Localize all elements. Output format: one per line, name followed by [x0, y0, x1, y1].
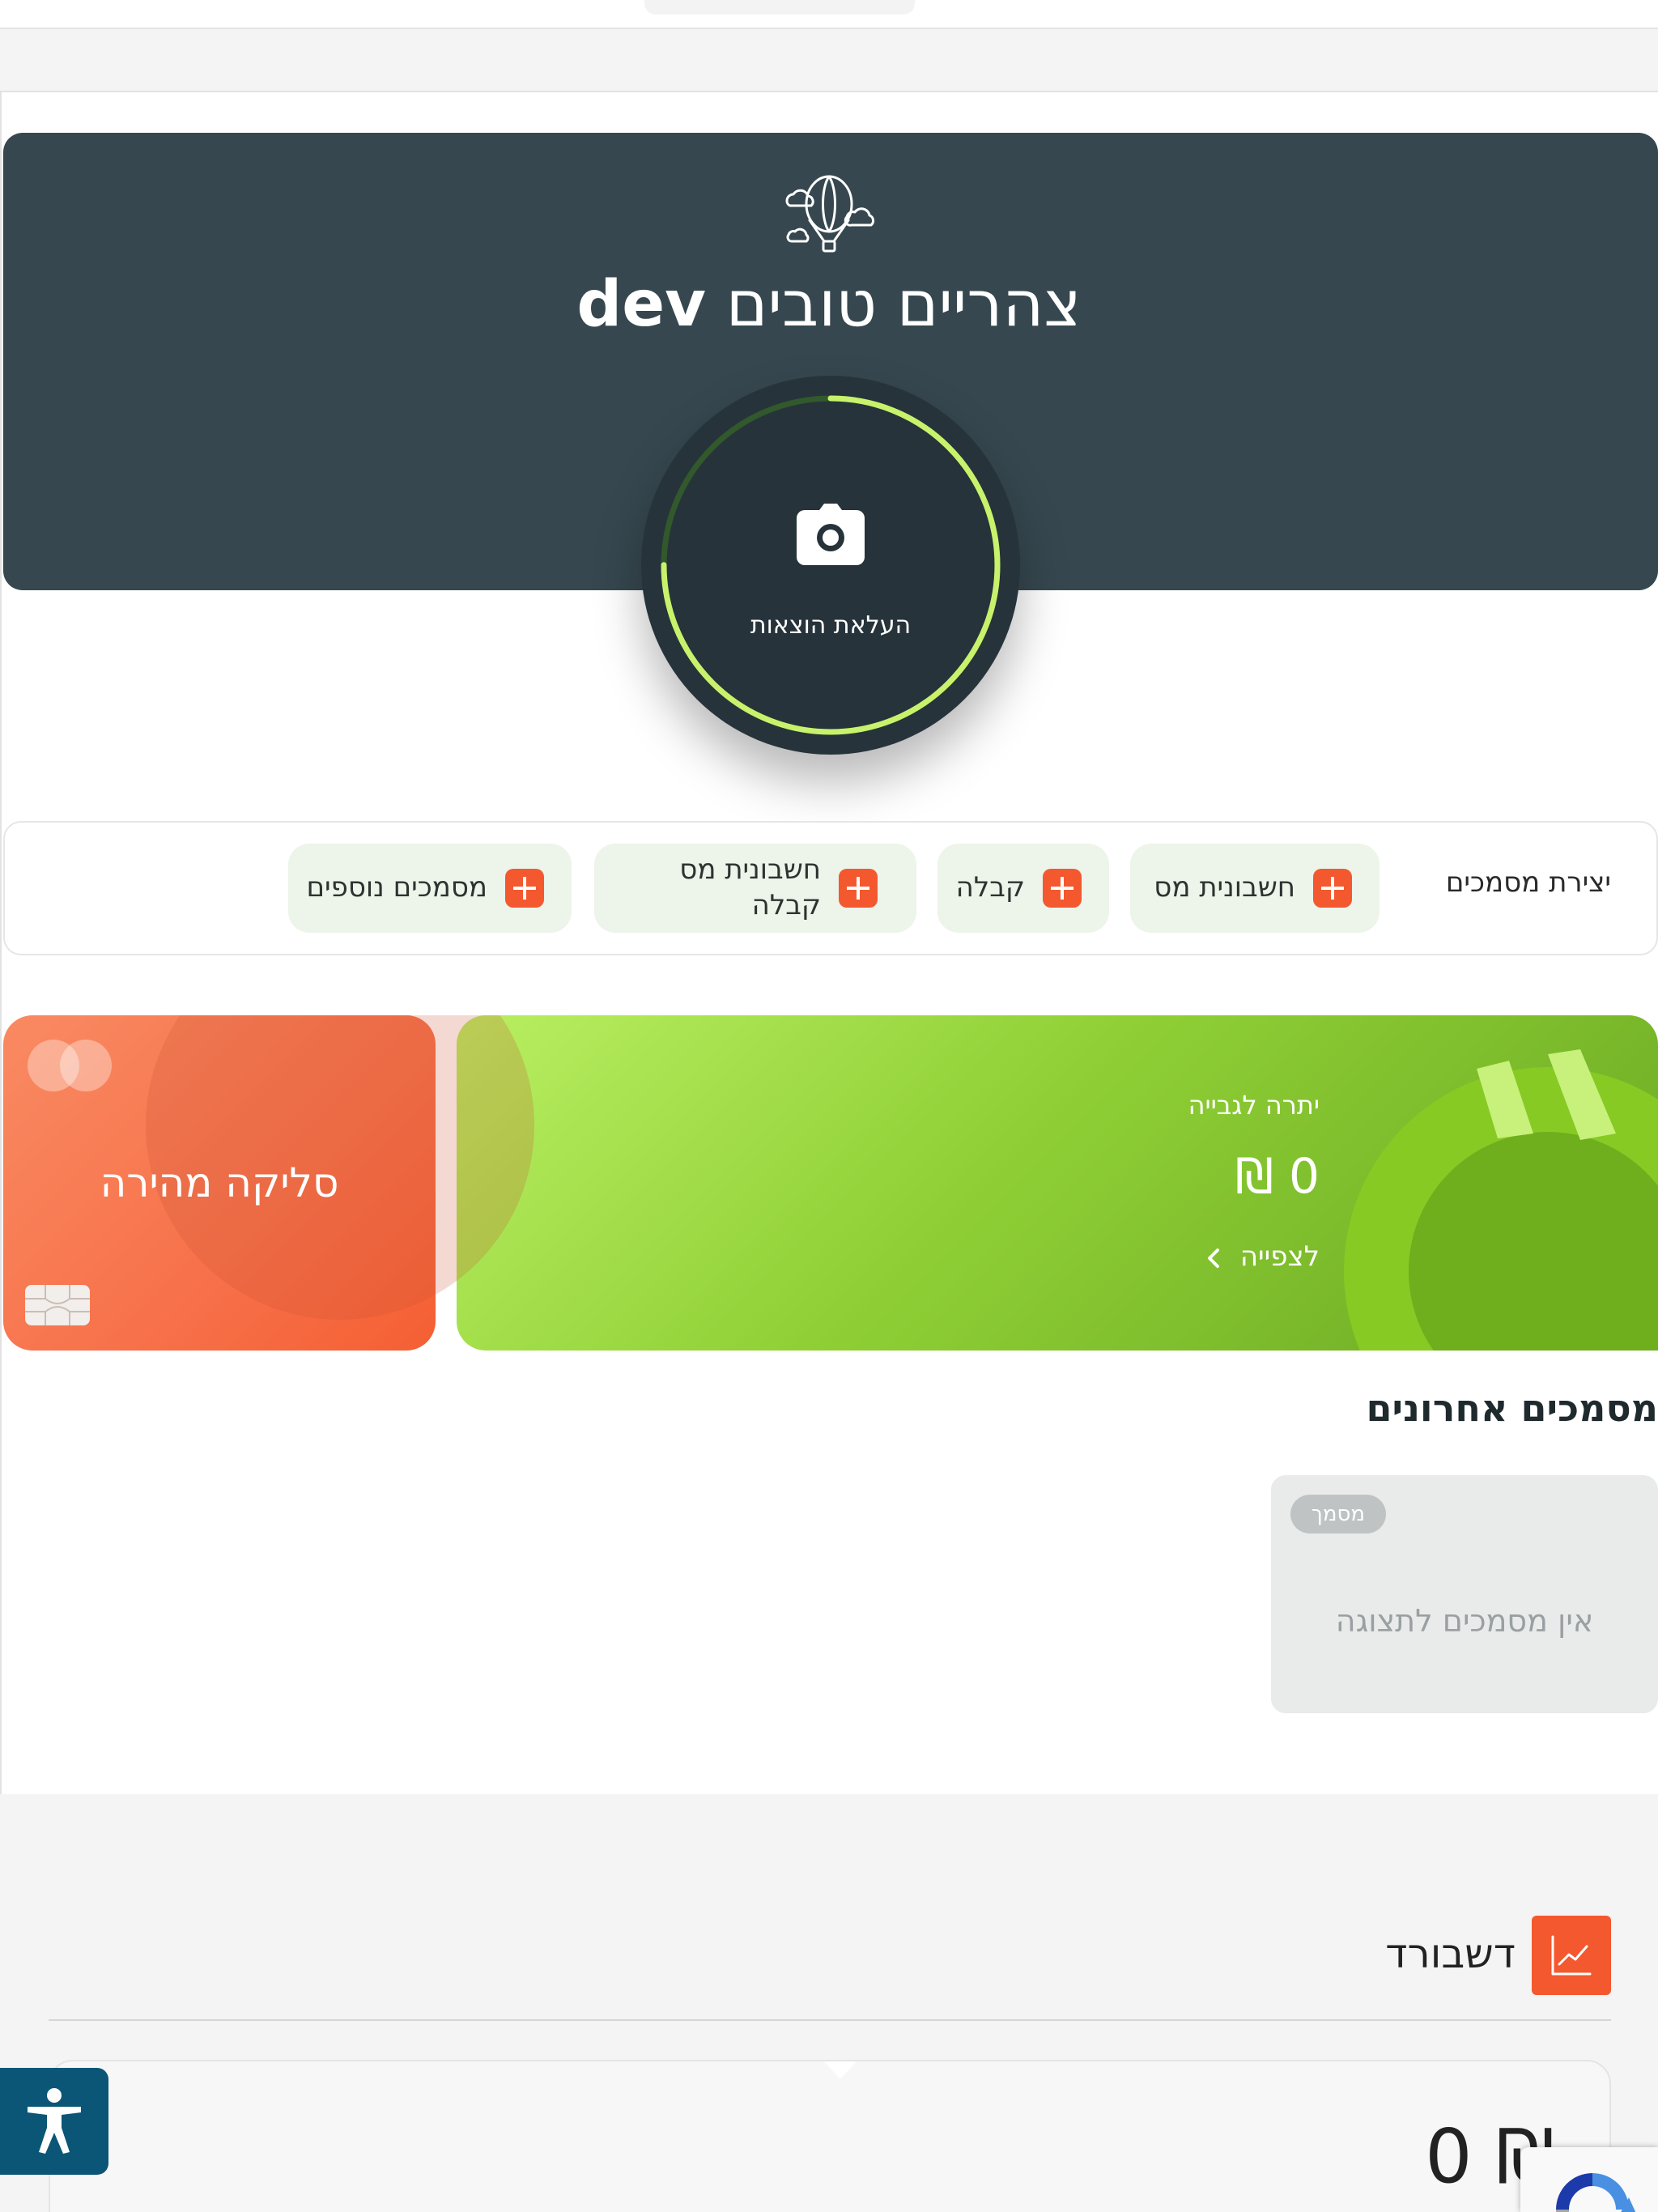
upload-progress-ring	[661, 395, 1001, 735]
upload-expenses-button[interactable]	[641, 376, 1020, 755]
create-documents-title: יצירת מסמכים	[1445, 866, 1611, 899]
balance-amount: 0 ₪	[1235, 1148, 1320, 1205]
greeting-title: צהריים טובים dev	[0, 267, 1658, 342]
create-receipt-button[interactable]: קבלה	[937, 844, 1109, 933]
quick-clearing-title: סליקה מהירה	[100, 1159, 339, 1206]
dropdown-notch	[824, 2061, 857, 2079]
dashboard-title: דשבורד	[1385, 1930, 1516, 1977]
plus-icon	[1043, 869, 1082, 908]
empty-documents-text: אין מסמכים לתצוגה	[1335, 1603, 1594, 1639]
create-receipt-label: קבלה	[955, 871, 1025, 904]
create-tax-invoice-label: חשבונית מס	[1154, 871, 1295, 904]
plus-icon	[505, 869, 544, 908]
upload-expenses-label: העלאת הוצאות	[750, 611, 912, 640]
dashboard-divider	[49, 2019, 1611, 2021]
coin-decoration	[1344, 1049, 1658, 1351]
accessibility-icon	[28, 2088, 81, 2154]
hot-air-balloon-icon	[785, 175, 875, 253]
balance-title: יתרה לגבייה	[1188, 1090, 1320, 1121]
document-badge: מסמך	[1290, 1495, 1386, 1534]
line-chart-icon	[1551, 1935, 1592, 1976]
greeting-text: צהריים טובים	[725, 268, 1082, 341]
plus-icon	[839, 869, 878, 908]
card-chip-icon	[25, 1285, 90, 1325]
card-brand-logo	[28, 1040, 112, 1091]
create-tax-invoice-receipt-label: חשבונית מס קבלה	[679, 853, 821, 921]
plus-icon	[1313, 869, 1352, 908]
more-documents-button[interactable]: מסמכים נוספים	[288, 844, 572, 933]
user-name: dev	[576, 268, 706, 341]
recaptcha-icon	[1556, 2173, 1636, 2212]
create-tax-invoice-button[interactable]: חשבונית מס	[1130, 844, 1380, 933]
more-documents-label: מסמכים נוספים	[306, 871, 487, 904]
create-tax-invoice-receipt-button[interactable]: חשבונית מס קבלה	[594, 844, 916, 933]
top-bar-handle[interactable]	[644, 0, 915, 15]
camera-icon	[797, 504, 865, 565]
recent-documents-title: מסמכים אחרונים	[1366, 1386, 1658, 1430]
chevron-left-icon	[1208, 1249, 1219, 1268]
